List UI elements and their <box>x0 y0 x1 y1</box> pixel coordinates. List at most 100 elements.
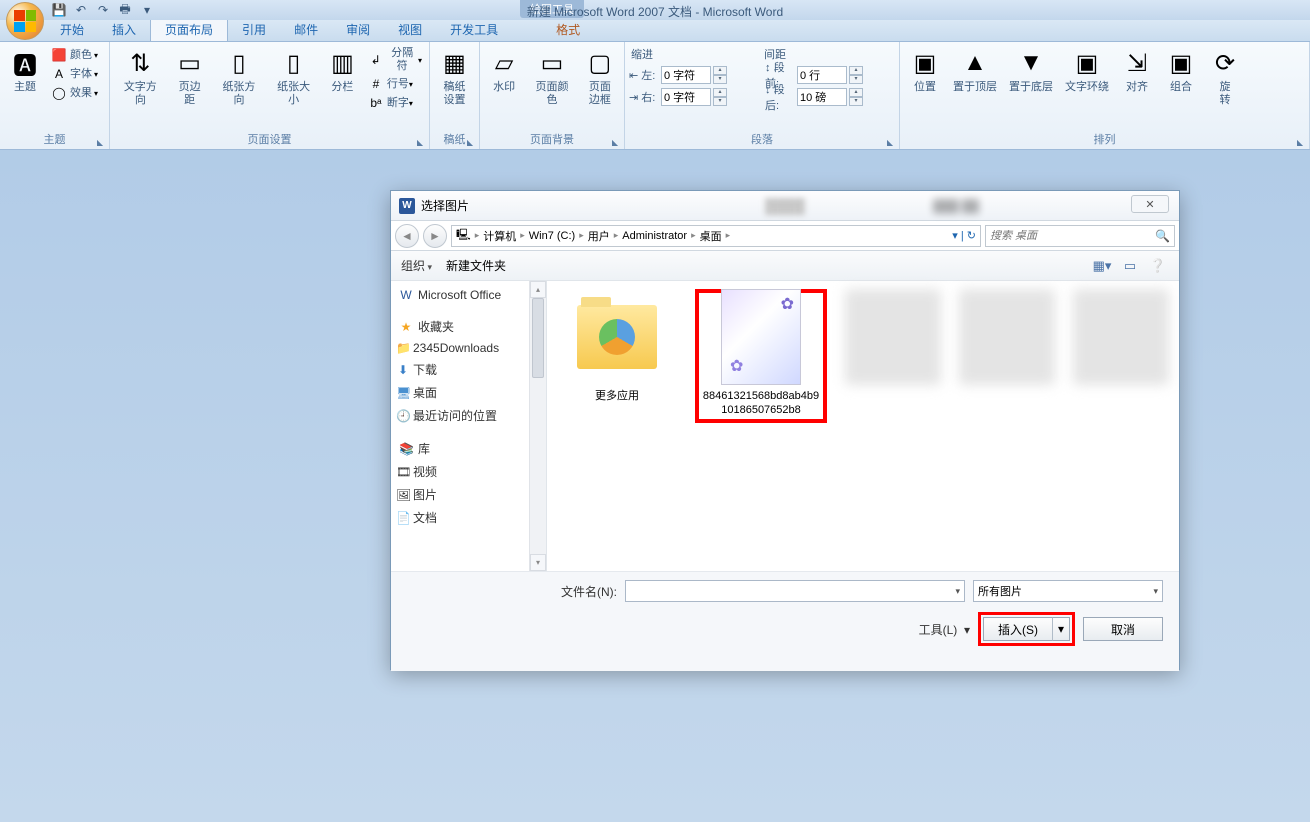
send-back[interactable]: ▼置于底层 <box>1004 44 1058 97</box>
crumb-desktop[interactable]: 桌面 <box>700 228 722 244</box>
back-button[interactable]: ◄ <box>395 224 419 248</box>
redo-icon[interactable]: ↷ <box>94 1 112 19</box>
quick-access-toolbar: 💾 ↶ ↷ 🖶 ▾ <box>50 0 156 20</box>
filename-combo[interactable]: ▾ <box>625 580 965 602</box>
sidebar-documents[interactable]: 📄文档 <box>391 506 546 529</box>
group[interactable]: ▣组合 <box>1160 44 1202 97</box>
dialog-titlebar: W 选择图片 ████ ███ ██ ✕ <box>391 191 1179 221</box>
file-item-image-selected[interactable]: 88461321568bd8ab4b910186507652b8 <box>701 293 821 417</box>
dialog-footer: 文件名(N): ▾ 所有图片▾ 工具(L) ▾ 插入(S) ▾ 取消 <box>391 571 1179 671</box>
qat-dropdown-icon[interactable]: ▾ <box>138 1 156 19</box>
sidebar-libraries[interactable]: 📚库 <box>391 437 546 460</box>
view-options-icon[interactable]: ▦▾ <box>1091 256 1113 276</box>
filename-label: 文件名(N): <box>561 583 617 600</box>
blurred-text: ████ <box>765 198 805 214</box>
sidebar: WMicrosoft Office ★收藏夹 📁2345Downloads ⬇下… <box>391 281 547 571</box>
tab-home[interactable]: 开始 <box>46 18 98 41</box>
group-paragraph: 段落 <box>629 129 895 149</box>
dialog-title: 选择图片 <box>421 197 469 214</box>
indent-right-input[interactable] <box>661 88 711 106</box>
organize-dropdown[interactable]: 组织 <box>401 257 432 274</box>
margins[interactable]: ▭页边距 <box>169 44 211 110</box>
folder-icon <box>577 305 657 369</box>
search-box[interactable]: 🔍 <box>985 225 1175 247</box>
sidebar-downloads[interactable]: 📁2345Downloads <box>391 338 546 358</box>
insert-button[interactable]: 插入(S) ▾ <box>983 617 1070 641</box>
file-pane[interactable]: 更多应用 88461321568bd8ab4b910186507652b8 <box>547 281 1179 571</box>
manuscript[interactable]: ▦稿纸 设置 <box>434 44 475 110</box>
theme-colors[interactable]: 🟥颜色▾ <box>48 46 101 64</box>
tab-page-layout[interactable]: 页面布局 <box>150 17 228 41</box>
sidebar-dl[interactable]: ⬇下载 <box>391 358 546 381</box>
theme-fonts[interactable]: A字体▾ <box>48 65 101 83</box>
preview-pane-icon[interactable]: ▭ <box>1119 256 1141 276</box>
dialog-nav: ◄ ► 🖳▸ 计算机▸ Win7 (C:)▸ 用户▸ Administrator… <box>391 221 1179 251</box>
window-title: 新建 Microsoft Word 2007 文档 - Microsoft Wo… <box>355 3 955 20</box>
forward-button[interactable]: ► <box>423 224 447 248</box>
crumb-computer[interactable]: 计算机 <box>483 228 516 244</box>
tab-mail[interactable]: 邮件 <box>280 18 332 41</box>
space-after-input[interactable] <box>797 88 847 106</box>
crumb-admin[interactable]: Administrator <box>622 230 687 242</box>
align[interactable]: ⇲对齐 <box>1116 44 1158 97</box>
tools-dropdown[interactable]: 工具(L) ▾ <box>919 621 970 638</box>
theme-effects[interactable]: ◯效果▾ <box>48 84 101 102</box>
insert-dropdown[interactable]: ▾ <box>1052 617 1070 641</box>
tab-developer[interactable]: 开发工具 <box>436 18 512 41</box>
breadcrumb[interactable]: 🖳▸ 计算机▸ Win7 (C:)▸ 用户▸ Administrator▸ 桌面… <box>451 225 981 247</box>
indent-header: 缩进 <box>629 44 762 62</box>
crumb-users[interactable]: 用户 <box>588 228 610 244</box>
undo-icon[interactable]: ↶ <box>72 1 90 19</box>
sidebar-scrollbar[interactable]: ▴▾ <box>529 281 546 571</box>
size[interactable]: ▯纸张大小 <box>267 44 320 110</box>
line-numbers[interactable]: #行号▾ <box>365 75 425 93</box>
indent-left-input[interactable] <box>661 66 711 84</box>
tab-review[interactable]: 审阅 <box>332 18 384 41</box>
hyphenation[interactable]: bᵃ断字▾ <box>365 94 425 112</box>
search-icon[interactable]: 🔍 <box>1155 229 1170 243</box>
breaks[interactable]: ↲分隔符▾ <box>365 46 425 74</box>
sidebar-favorites[interactable]: ★收藏夹 <box>391 315 546 338</box>
tab-format[interactable]: 格式 <box>542 18 594 41</box>
rotate[interactable]: ⟳旋 转 <box>1204 44 1246 110</box>
office-button[interactable] <box>6 2 44 40</box>
spinner-icon[interactable]: ▴▾ <box>849 66 863 84</box>
columns[interactable]: ▥分栏 <box>322 44 363 97</box>
cancel-button[interactable]: 取消 <box>1083 617 1163 641</box>
sidebar-videos[interactable]: 🎞视频 <box>391 460 546 483</box>
group-paper: 稿纸 <box>434 129 475 149</box>
spinner-icon[interactable]: ▴▾ <box>713 88 727 106</box>
file-name: 更多应用 <box>595 389 639 403</box>
file-item-folder[interactable]: 更多应用 <box>557 289 677 403</box>
text-direction[interactable]: ⇅文字方向 <box>114 44 167 110</box>
orientation[interactable]: ▯纸张方向 <box>213 44 266 110</box>
watermark[interactable]: ▱水印 <box>484 44 524 97</box>
new-folder-button[interactable]: 新建文件夹 <box>446 257 506 274</box>
filter-combo[interactable]: 所有图片▾ <box>973 580 1163 602</box>
position[interactable]: ▣位置 <box>904 44 946 97</box>
space-before-input[interactable] <box>797 66 847 84</box>
image-thumbnail <box>721 289 801 385</box>
help-icon[interactable]: ❔ <box>1147 256 1169 276</box>
crumb-drive[interactable]: Win7 (C:) <box>529 230 575 242</box>
dialog-body: WMicrosoft Office ★收藏夹 📁2345Downloads ⬇下… <box>391 281 1179 571</box>
group-arrange: 排列 <box>904 129 1305 149</box>
close-button[interactable]: ✕ <box>1131 195 1169 213</box>
bring-front[interactable]: ▲置于顶层 <box>948 44 1002 97</box>
sidebar-recent[interactable]: 🕘最近访问的位置 <box>391 404 546 427</box>
page-border[interactable]: ▢页面 边框 <box>580 44 620 110</box>
tab-insert[interactable]: 插入 <box>98 18 150 41</box>
themes-button[interactable]: 🅰主题 <box>4 44 46 97</box>
sidebar-desktop[interactable]: 🖥桌面 <box>391 381 546 404</box>
page-color[interactable]: ▭页面颜色 <box>526 44 578 110</box>
save-icon[interactable]: 💾 <box>50 1 68 19</box>
search-input[interactable] <box>990 230 1155 242</box>
spinner-icon[interactable]: ▴▾ <box>849 88 863 106</box>
sidebar-ms-office[interactable]: WMicrosoft Office <box>391 285 546 305</box>
print-preview-icon[interactable]: 🖶 <box>116 1 134 19</box>
sidebar-pictures[interactable]: 🖼图片 <box>391 483 546 506</box>
tab-references[interactable]: 引用 <box>228 18 280 41</box>
text-wrap[interactable]: ▣文字环绕 <box>1060 44 1114 97</box>
tab-view[interactable]: 视图 <box>384 18 436 41</box>
spinner-icon[interactable]: ▴▾ <box>713 66 727 84</box>
